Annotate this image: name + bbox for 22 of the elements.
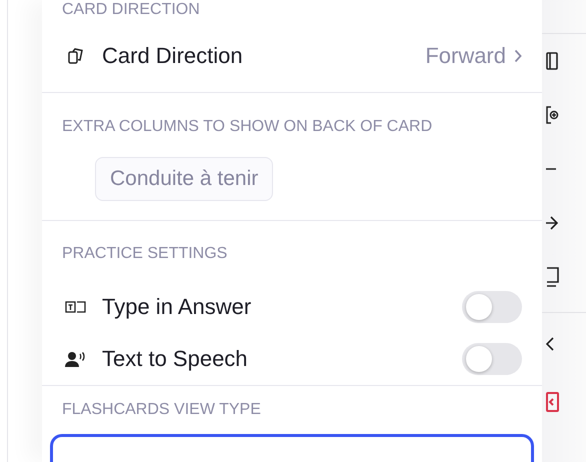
- back-card-icon: [546, 392, 559, 412]
- text-field-icon: [65, 299, 87, 315]
- arrow-right-icon: [546, 216, 558, 230]
- column-chip[interactable]: Conduite à tenir: [95, 157, 274, 201]
- add-card-icon: [546, 106, 559, 124]
- chevron-left-icon: [546, 337, 554, 351]
- setting-label: Text to Speech: [102, 346, 249, 372]
- speaking-person-icon: [65, 351, 87, 367]
- section-heading: FLASHCARDS VIEW TYPE: [61, 400, 262, 420]
- row-label: Card Direction: [102, 43, 244, 69]
- section-heading: CARD DIRECTION: [61, 0, 201, 20]
- screen-icon: [546, 267, 559, 287]
- direction-value[interactable]: Forward: [425, 43, 522, 69]
- chevron-right-icon: [514, 49, 522, 63]
- section-heading: EXTRA COLUMNS TO SHOW ON BACK OF CARD: [61, 117, 434, 137]
- toggle-switch[interactable]: [462, 343, 522, 375]
- cards-icon: [67, 47, 85, 65]
- section-heading: PRACTICE SETTINGS: [61, 244, 228, 264]
- toggle-switch[interactable]: [462, 291, 522, 323]
- minus-icon: [546, 167, 556, 171]
- setting-label: Type in Answer: [102, 294, 252, 320]
- panel-icon: [546, 52, 558, 70]
